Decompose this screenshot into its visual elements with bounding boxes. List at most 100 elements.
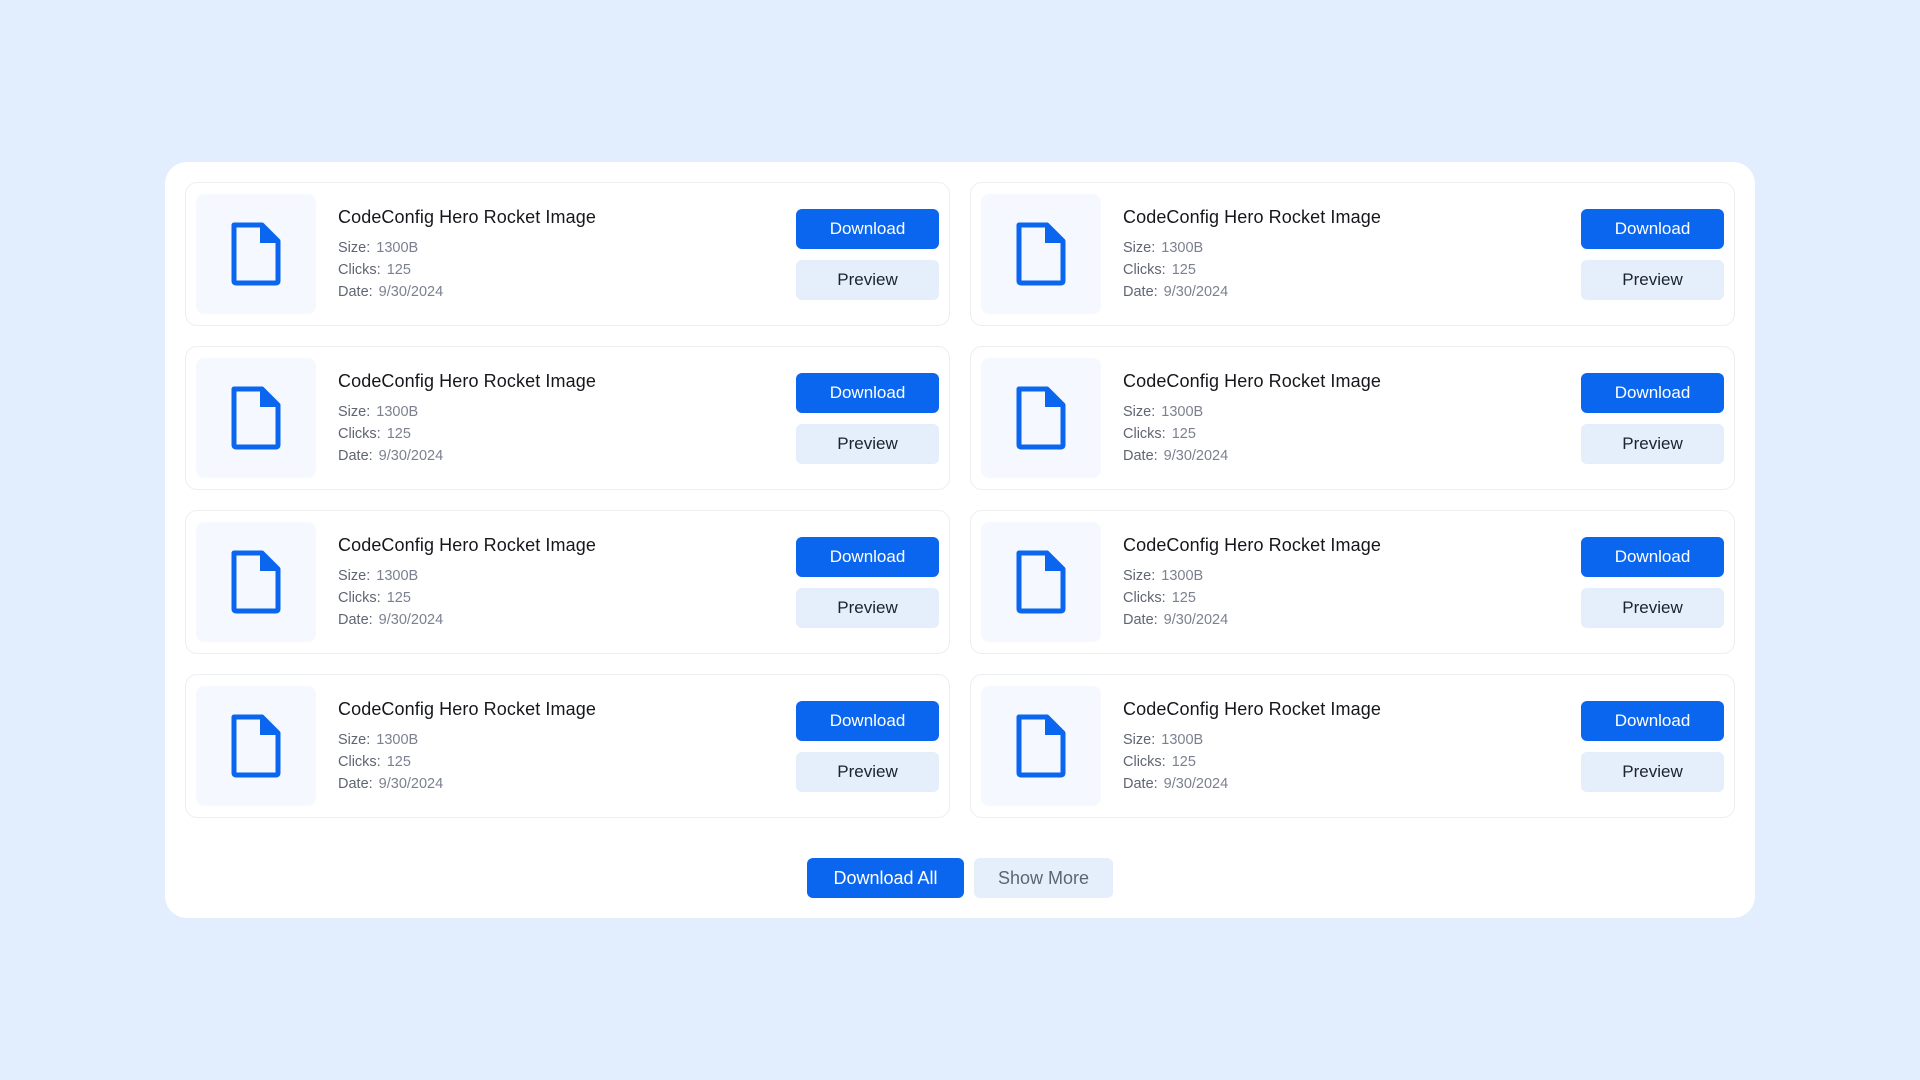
file-card: CodeConfig Hero Rocket Image Size: 1300B … xyxy=(185,674,950,818)
size-value: 1300B xyxy=(1161,568,1204,584)
download-button[interactable]: Download xyxy=(796,372,939,413)
download-button[interactable]: Download xyxy=(796,208,939,249)
preview-button[interactable]: Preview xyxy=(796,751,939,792)
file-actions: Download Preview xyxy=(796,372,939,464)
clicks-value: 125 xyxy=(1171,754,1196,770)
size-label: Size: xyxy=(1123,732,1156,748)
file-date: Date: 9/30/2024 xyxy=(338,445,796,467)
date-label: Date: xyxy=(1123,776,1158,792)
file-thumbnail xyxy=(981,358,1101,478)
file-icon xyxy=(231,386,281,450)
file-size: Size: 1300B xyxy=(338,401,796,423)
clicks-value: 125 xyxy=(386,754,411,770)
file-clicks: Clicks: 125 xyxy=(338,751,796,773)
file-icon xyxy=(1016,714,1066,778)
file-title: CodeConfig Hero Rocket Image xyxy=(338,371,596,391)
file-thumbnail xyxy=(196,686,316,806)
file-actions: Download Preview xyxy=(1581,536,1724,628)
file-grid: CodeConfig Hero Rocket Image Size: 1300B … xyxy=(185,182,1735,818)
file-icon xyxy=(1016,386,1066,450)
file-info: CodeConfig Hero Rocket Image Size: 1300B … xyxy=(338,183,796,303)
clicks-label: Clicks: xyxy=(338,754,381,770)
clicks-label: Clicks: xyxy=(338,262,381,278)
file-title: CodeConfig Hero Rocket Image xyxy=(1123,207,1381,227)
file-card: CodeConfig Hero Rocket Image Size: 1300B … xyxy=(970,674,1735,818)
file-date: Date: 9/30/2024 xyxy=(1123,445,1581,467)
download-button[interactable]: Download xyxy=(1581,700,1724,741)
download-all-button[interactable]: Download All xyxy=(807,858,964,898)
date-value: 9/30/2024 xyxy=(378,612,444,628)
file-thumbnail xyxy=(196,358,316,478)
file-size: Size: 1300B xyxy=(338,729,796,751)
file-thumbnail xyxy=(196,194,316,314)
date-label: Date: xyxy=(338,284,373,300)
file-card: CodeConfig Hero Rocket Image Size: 1300B … xyxy=(970,346,1735,490)
date-value: 9/30/2024 xyxy=(1163,448,1229,464)
file-card: CodeConfig Hero Rocket Image Size: 1300B … xyxy=(185,182,950,326)
file-size: Size: 1300B xyxy=(1123,237,1581,259)
file-info: CodeConfig Hero Rocket Image Size: 1300B … xyxy=(1123,183,1581,303)
date-label: Date: xyxy=(1123,448,1158,464)
size-label: Size: xyxy=(338,404,371,420)
file-thumbnail xyxy=(981,194,1101,314)
file-info: CodeConfig Hero Rocket Image Size: 1300B … xyxy=(338,511,796,631)
download-button[interactable]: Download xyxy=(1581,372,1724,413)
download-button[interactable]: Download xyxy=(796,700,939,741)
size-label: Size: xyxy=(338,240,371,256)
file-date: Date: 9/30/2024 xyxy=(1123,773,1581,795)
file-thumbnail xyxy=(981,686,1101,806)
file-icon xyxy=(231,222,281,286)
file-thumbnail xyxy=(981,522,1101,642)
file-info: CodeConfig Hero Rocket Image Size: 1300B … xyxy=(338,675,796,795)
size-value: 1300B xyxy=(1161,240,1204,256)
preview-button[interactable]: Preview xyxy=(796,587,939,628)
file-title: CodeConfig Hero Rocket Image xyxy=(338,699,596,719)
file-thumbnail xyxy=(196,522,316,642)
file-clicks: Clicks: 125 xyxy=(1123,587,1581,609)
date-value: 9/30/2024 xyxy=(1163,284,1229,300)
size-label: Size: xyxy=(1123,240,1156,256)
preview-button[interactable]: Preview xyxy=(1581,259,1724,300)
file-date: Date: 9/30/2024 xyxy=(338,609,796,631)
file-clicks: Clicks: 125 xyxy=(1123,423,1581,445)
file-title: CodeConfig Hero Rocket Image xyxy=(338,535,596,555)
download-button[interactable]: Download xyxy=(1581,208,1724,249)
preview-button[interactable]: Preview xyxy=(1581,751,1724,792)
file-info: CodeConfig Hero Rocket Image Size: 1300B … xyxy=(1123,347,1581,467)
preview-button[interactable]: Preview xyxy=(1581,423,1724,464)
file-actions: Download Preview xyxy=(1581,208,1724,300)
size-value: 1300B xyxy=(1161,404,1204,420)
file-clicks: Clicks: 125 xyxy=(1123,259,1581,281)
file-icon xyxy=(231,714,281,778)
clicks-value: 125 xyxy=(1171,262,1196,278)
clicks-label: Clicks: xyxy=(1123,590,1166,606)
file-info: CodeConfig Hero Rocket Image Size: 1300B … xyxy=(1123,675,1581,795)
footer-actions: Download All Show More xyxy=(185,858,1735,898)
file-card: CodeConfig Hero Rocket Image Size: 1300B … xyxy=(185,510,950,654)
size-value: 1300B xyxy=(376,568,419,584)
clicks-label: Clicks: xyxy=(338,426,381,442)
date-value: 9/30/2024 xyxy=(1163,612,1229,628)
show-more-button[interactable]: Show More xyxy=(974,858,1113,898)
clicks-label: Clicks: xyxy=(1123,754,1166,770)
file-card: CodeConfig Hero Rocket Image Size: 1300B … xyxy=(185,346,950,490)
preview-button[interactable]: Preview xyxy=(796,423,939,464)
preview-button[interactable]: Preview xyxy=(1581,587,1724,628)
file-size: Size: 1300B xyxy=(1123,401,1581,423)
clicks-value: 125 xyxy=(386,590,411,606)
file-list-panel: CodeConfig Hero Rocket Image Size: 1300B … xyxy=(165,162,1755,918)
file-title: CodeConfig Hero Rocket Image xyxy=(1123,699,1381,719)
size-value: 1300B xyxy=(376,732,419,748)
clicks-label: Clicks: xyxy=(338,590,381,606)
file-icon xyxy=(1016,222,1066,286)
file-clicks: Clicks: 125 xyxy=(338,423,796,445)
file-icon xyxy=(231,550,281,614)
download-button[interactable]: Download xyxy=(1581,536,1724,577)
size-label: Size: xyxy=(338,568,371,584)
download-button[interactable]: Download xyxy=(796,536,939,577)
clicks-value: 125 xyxy=(386,262,411,278)
preview-button[interactable]: Preview xyxy=(796,259,939,300)
size-value: 1300B xyxy=(376,240,419,256)
file-icon xyxy=(1016,550,1066,614)
file-actions: Download Preview xyxy=(796,536,939,628)
